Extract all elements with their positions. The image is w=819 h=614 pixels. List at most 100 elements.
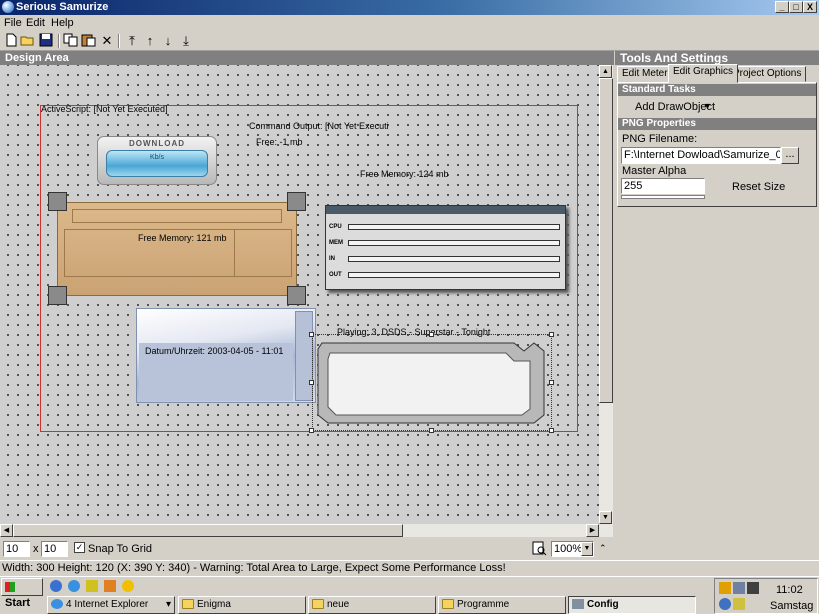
tray-icon[interactable] — [747, 582, 759, 594]
scroll-right-icon[interactable]: ▶ — [586, 524, 599, 537]
menu-file[interactable]: File — [4, 17, 22, 29]
selection-handle[interactable] — [309, 332, 314, 337]
tray-icon[interactable] — [719, 598, 731, 610]
copy-icon[interactable] — [63, 33, 79, 49]
panel-titlebar — [326, 206, 565, 214]
start-label: Start — [5, 597, 31, 609]
menu-edit[interactable]: Edit — [26, 17, 45, 29]
reset-size-button[interactable]: Reset Size — [732, 181, 785, 193]
scroll-down-icon[interactable]: ▼ — [599, 511, 612, 524]
master-alpha-input[interactable]: 255 — [621, 178, 705, 194]
selection-handle[interactable] — [429, 428, 434, 433]
selection-handle[interactable] — [309, 428, 314, 433]
close-button[interactable]: X — [803, 1, 817, 13]
tray-icon[interactable] — [733, 598, 745, 610]
open-icon[interactable] — [20, 33, 36, 49]
grid-y-input[interactable]: 10 — [41, 541, 68, 557]
tab-project-options[interactable]: Project Options — [728, 66, 807, 82]
toolbar-separator — [118, 34, 120, 48]
resize-handle[interactable] — [48, 286, 67, 305]
selection-handle[interactable] — [309, 380, 314, 385]
move-up-icon[interactable]: ↑ — [142, 33, 158, 49]
quicklaunch-icon[interactable] — [86, 580, 98, 592]
minimize-button[interactable]: _ — [775, 1, 789, 13]
expand-icon[interactable]: ⌃ — [599, 543, 607, 554]
chevron-down-icon: ▾ — [165, 599, 171, 610]
free-memory-text[interactable]: Free Memory: 124 mb — [360, 169, 449, 179]
meter-row-label: MEM — [329, 240, 343, 246]
zoom-dropdown-icon[interactable]: ▼ — [581, 542, 593, 556]
scroll-up-icon[interactable]: ▲ — [599, 65, 612, 78]
meter-row-label: CPU — [329, 224, 342, 230]
design-canvas[interactable]: ActiveScript: [Not Yet Executed] Command… — [0, 65, 599, 524]
task-enigma[interactable]: Enigma — [178, 596, 306, 614]
selection-handle[interactable] — [549, 380, 554, 385]
download-meter[interactable]: DOWNLOAD Kb/s — [97, 136, 217, 185]
meter-row-bar — [348, 240, 560, 246]
vertical-scroll-thumb[interactable] — [599, 78, 613, 403]
snap-checkbox[interactable]: ✓ — [74, 542, 85, 553]
panel-divider — [234, 229, 235, 277]
zoom-value: 100% — [554, 543, 583, 555]
selection-box — [312, 334, 552, 431]
command-output-text[interactable]: Command Output: [Not Yet Executi — [249, 121, 389, 131]
app-icon — [2, 1, 14, 13]
tray-icon[interactable] — [719, 582, 731, 594]
zoom-icon[interactable] — [532, 541, 548, 557]
horizontal-scroll-thumb[interactable] — [13, 524, 403, 537]
panel-groove — [72, 209, 282, 223]
move-down-icon[interactable]: ↓ — [160, 33, 176, 49]
delete-icon[interactable]: ✕ — [99, 33, 115, 49]
tab-edit-graphics[interactable]: Edit Graphics — [668, 64, 739, 83]
download-gauge: Kb/s — [106, 150, 208, 177]
selection-handle[interactable] — [549, 332, 554, 337]
menu-help[interactable]: Help — [51, 17, 74, 29]
start-button[interactable]: Start — [1, 578, 43, 609]
new-icon[interactable] — [3, 33, 19, 49]
task-programme[interactable]: Programme — [438, 596, 566, 614]
quicklaunch-icon[interactable] — [104, 580, 116, 592]
maximize-button[interactable]: □ — [789, 1, 803, 13]
task-config[interactable]: Config — [568, 596, 696, 614]
browse-button[interactable]: ... — [781, 147, 799, 164]
png-filename-input[interactable]: F:\Internet Dowload\Samurize_085b\Sk — [621, 147, 781, 164]
horizontal-scrollbar[interactable]: ◀ ▶ — [0, 524, 613, 537]
selection-handle[interactable] — [549, 428, 554, 433]
task-neue[interactable]: neue — [308, 596, 436, 614]
ie-icon — [51, 599, 63, 610]
resize-handle[interactable] — [287, 286, 306, 305]
grid-x-input[interactable]: 10 — [3, 541, 30, 557]
internet-explorer-icon[interactable] — [68, 580, 80, 592]
quicklaunch-icon[interactable] — [50, 580, 62, 592]
scroll-left-icon[interactable]: ◀ — [0, 524, 13, 537]
clock-time[interactable]: 11:02 — [776, 584, 803, 596]
send-to-back-icon[interactable]: ⤓ — [178, 33, 194, 49]
meter-row-bar — [348, 272, 560, 278]
folder-icon — [442, 599, 454, 610]
task-internet-explorer[interactable]: 4 Internet Explorer ▾ — [47, 596, 175, 614]
vertical-scrollbar[interactable]: ▲ ▼ — [599, 65, 613, 524]
datetime-panel[interactable]: Datum/Uhrzeit: 2003-04-05 - 11:01 — [136, 308, 316, 403]
save-icon[interactable] — [38, 33, 54, 49]
paste-icon[interactable] — [81, 33, 97, 49]
selection-handle[interactable] — [429, 332, 434, 337]
dropdown-arrow-icon[interactable]: ▼ — [703, 101, 712, 111]
bring-to-front-icon[interactable]: ⤒ — [124, 33, 140, 49]
clock-day: Samstag — [770, 600, 814, 612]
active-script-text[interactable]: ActiveScript: [Not Yet Executed] — [41, 104, 168, 114]
memory-panel[interactable]: Free Memory: 121 mb SAMURIZE — [57, 202, 297, 296]
resize-handle[interactable] — [48, 192, 67, 211]
resize-handle[interactable] — [287, 192, 306, 211]
quicklaunch-icon[interactable] — [122, 580, 134, 592]
tools-header: Tools And Settings — [615, 51, 819, 65]
free-memory-text: Free Memory: 121 mb — [138, 233, 227, 243]
menu-bar: File Edit Help — [0, 15, 819, 31]
free-mb-text[interactable]: Free: -1 mb — [256, 137, 303, 147]
grid-separator: x — [33, 543, 39, 555]
system-meter-panel[interactable]: CPU MEM IN OUT — [325, 205, 566, 290]
task-label: Enigma — [197, 599, 231, 610]
title-bar[interactable]: Serious Samurize _ □ X — [0, 0, 819, 15]
alpha-slider[interactable] — [621, 195, 705, 199]
task-label: Programme — [457, 599, 510, 610]
tray-icon[interactable] — [733, 582, 745, 594]
